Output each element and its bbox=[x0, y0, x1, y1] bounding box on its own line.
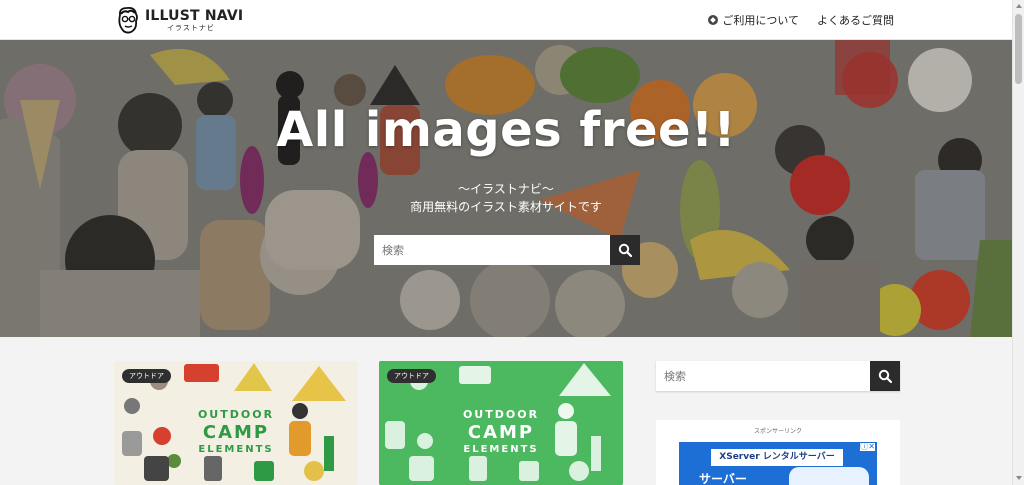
card-title-line: ELEMENTS bbox=[198, 444, 274, 455]
ad-label: スポンサーリンク bbox=[753, 428, 802, 435]
article-card[interactable]: アウトドア OUTDOOR CAMP ELEMENTS bbox=[379, 361, 623, 485]
site-header: ILLUST NAVI イラストナビ ご利用について よくあるご質問 bbox=[0, 0, 1012, 40]
logo-subtitle: イラストナビ bbox=[167, 23, 215, 32]
category-tag[interactable]: アウトドア bbox=[122, 369, 171, 383]
hero-banner: All images free!! 〜イラストナビ〜 商用無料のイラスト素材サイ… bbox=[0, 40, 1012, 337]
hero-search-input[interactable] bbox=[374, 235, 610, 265]
article-card[interactable]: アウトドア OUTDOOR CAMP ELEMENTS bbox=[114, 361, 358, 485]
sidebar-search-form bbox=[656, 361, 900, 391]
sidebar-search-button[interactable] bbox=[870, 361, 900, 391]
card-title-line: CAMP bbox=[202, 422, 270, 443]
site-logo[interactable]: ILLUST NAVI イラストナビ bbox=[115, 4, 243, 36]
scroll-down-arrow-icon[interactable] bbox=[1016, 476, 1022, 480]
card-title-line: OUTDOOR bbox=[462, 408, 540, 421]
search-icon bbox=[618, 243, 632, 257]
card-title-line: OUTDOOR bbox=[197, 408, 275, 421]
ad-close-icon[interactable]: ⓘ✕ bbox=[860, 443, 875, 451]
header-nav: ご利用について よくあるご質問 bbox=[690, 12, 894, 28]
ad-headline: サーバー bbox=[699, 472, 747, 485]
hero-search-button[interactable] bbox=[610, 235, 640, 265]
ad-title: XServer レンタルサーバー bbox=[711, 449, 843, 466]
sponsored-ad-widget: スポンサーリンク ⓘ✕ XServer レンタルサーバー サーバー bbox=[656, 420, 900, 485]
nav-usage-label: ご利用について bbox=[722, 14, 799, 27]
nav-faq-label: よくあるご質問 bbox=[817, 14, 894, 27]
nav-usage-link[interactable]: ご利用について bbox=[708, 12, 799, 28]
logo-face-icon bbox=[118, 6, 138, 34]
logo-title: ILLUST NAVI bbox=[145, 7, 244, 24]
hero-search-form bbox=[374, 235, 640, 265]
sidebar-search-input[interactable] bbox=[656, 361, 870, 391]
page-scrollbar[interactable] bbox=[1012, 0, 1024, 485]
nav-faq-link[interactable]: よくあるご質問 bbox=[817, 12, 894, 28]
scroll-thumb[interactable] bbox=[1015, 14, 1022, 84]
search-icon bbox=[878, 369, 892, 383]
category-tag[interactable]: アウトドア bbox=[387, 369, 436, 383]
hero-subtitle-site-name: 〜イラストナビ〜 bbox=[458, 182, 554, 196]
hero-title: All images free!! bbox=[276, 102, 736, 158]
hero-subtitle-description: 商用無料のイラスト素材サイトです bbox=[410, 200, 602, 214]
compass-icon bbox=[708, 15, 719, 25]
ad-banner[interactable]: ⓘ✕ XServer レンタルサーバー サーバー bbox=[679, 442, 877, 485]
card-title-line: CAMP bbox=[467, 422, 535, 443]
ad-graphic bbox=[789, 467, 869, 485]
scroll-up-arrow-icon[interactable] bbox=[1016, 4, 1022, 8]
card-title-line: ELEMENTS bbox=[463, 444, 539, 455]
